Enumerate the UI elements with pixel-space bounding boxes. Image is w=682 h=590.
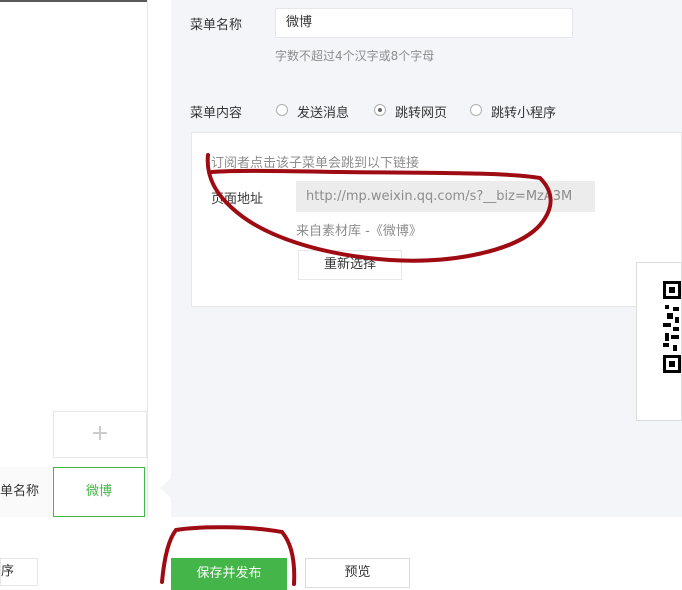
page-url-label: 页面地址	[211, 192, 264, 207]
source-text: 来自素材库 -《微博》	[296, 224, 422, 239]
menu-item-name[interactable]: 单名称	[0, 467, 52, 517]
menu-name-input[interactable]: 微博	[275, 8, 573, 38]
save-publish-button[interactable]: 保存并发布	[171, 558, 287, 590]
menu-content-label: 菜单内容	[190, 106, 243, 121]
radio-jump-miniprogram[interactable]	[470, 104, 482, 116]
radio-send-message-label[interactable]: 发送消息	[297, 102, 349, 121]
reselect-button[interactable]: 重新选择	[298, 250, 402, 280]
menu-item-weibo[interactable]: 微博	[53, 467, 145, 517]
radio-jump-webpage[interactable]	[374, 104, 386, 116]
add-menu-button[interactable]: +	[53, 411, 147, 458]
plus-icon: +	[90, 421, 110, 446]
link-intro-text: 订阅者点击该子菜单会跳到以下链接	[211, 156, 420, 171]
phone-top-border	[0, 0, 147, 2]
radio-jump-miniprogram-label[interactable]: 跳转小程序	[491, 102, 556, 121]
qr-code-card	[636, 262, 682, 421]
preview-button[interactable]: 预览	[305, 558, 410, 588]
qr-code-icon	[663, 281, 681, 373]
menu-name-hint: 字数不超过4个汉字或8个字母	[275, 49, 435, 63]
page-url-input[interactable]: http://mp.weixin.qq.com/s?__biz=MzA3M	[296, 181, 595, 212]
sort-button-partial[interactable]: 序	[0, 558, 38, 586]
radio-jump-webpage-label[interactable]: 跳转网页	[395, 102, 447, 121]
menu-name-label: 菜单名称	[190, 18, 243, 33]
editor-pointer-arrow	[160, 478, 171, 498]
radio-send-message[interactable]	[276, 104, 288, 116]
